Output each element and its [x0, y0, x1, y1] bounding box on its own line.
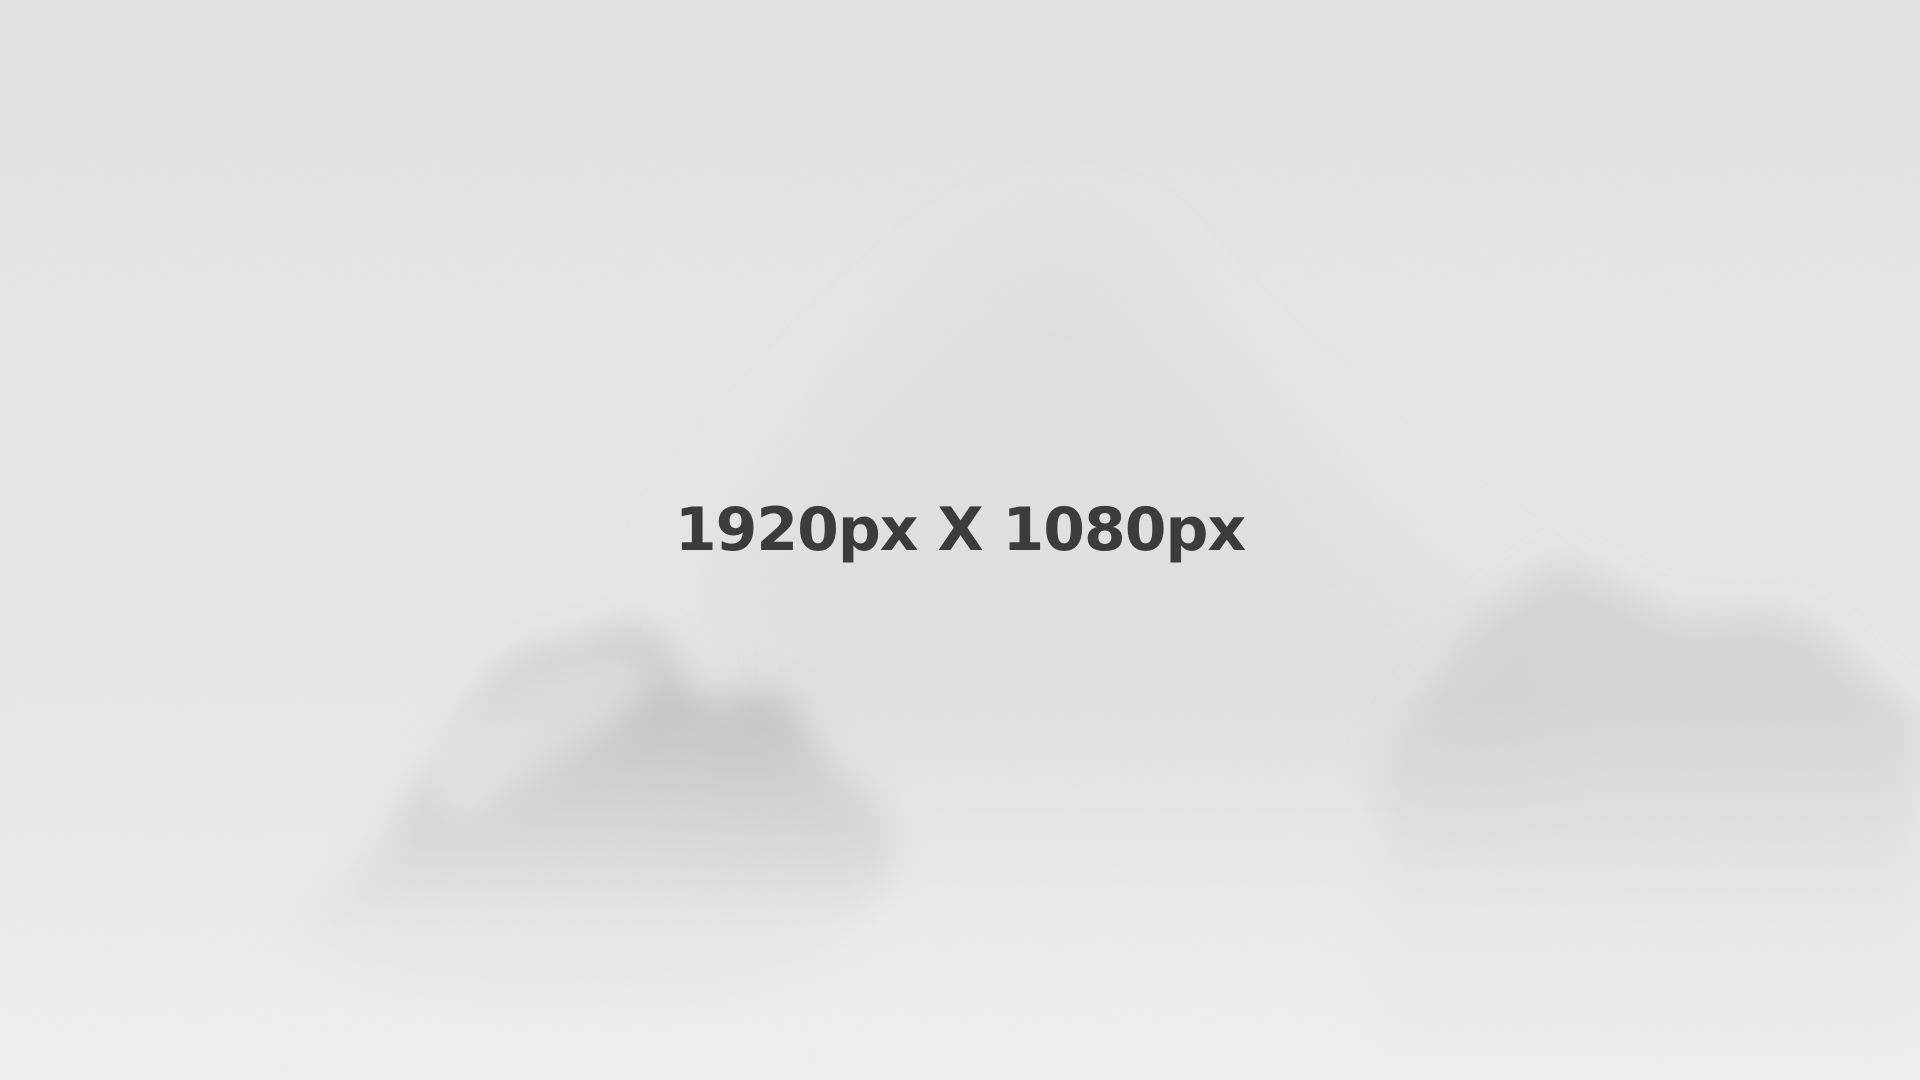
placeholder-screen: 1920px X 1080px [0, 0, 1920, 1080]
dimension-label: 1920px X 1080px [674, 495, 1246, 565]
